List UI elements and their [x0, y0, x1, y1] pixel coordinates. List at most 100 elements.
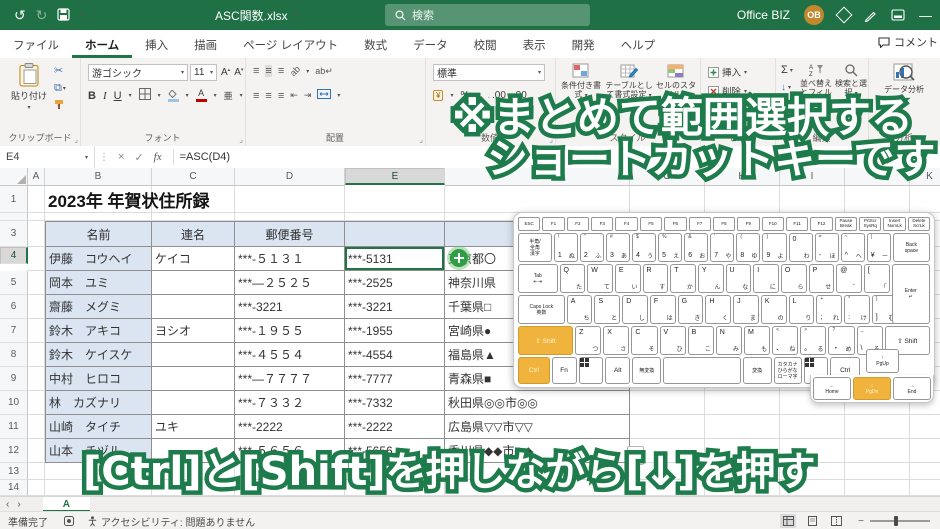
tab-校閲[interactable]: 校閲 — [461, 30, 510, 58]
cancel-button[interactable]: × — [118, 151, 124, 163]
cell-J12[interactable] — [845, 439, 910, 463]
borders-button[interactable] — [138, 88, 151, 103]
redo-button[interactable]: ↻ — [36, 8, 48, 22]
tab-挿入[interactable]: 挿入 — [132, 30, 181, 58]
cell-A1[interactable] — [28, 186, 45, 213]
row-header-5[interactable]: 5 — [0, 271, 28, 295]
ribbon-display-options-icon[interactable] — [891, 9, 905, 21]
cell-D3[interactable]: 郵便番号 — [235, 221, 345, 247]
avatar[interactable]: OB — [804, 5, 824, 25]
cell-A11[interactable] — [28, 415, 45, 439]
cell-E8[interactable]: ***-4554 — [345, 343, 445, 367]
sheet-nav-right-icon[interactable]: › — [17, 499, 20, 510]
search-box[interactable]: 検索 — [385, 4, 590, 26]
cell-D5[interactable]: ***―２５２５ — [235, 271, 345, 295]
cell-B4[interactable]: 伊藤 コウヘイ — [45, 247, 152, 271]
formula-bar-handle[interactable]: ⋮ — [99, 152, 109, 163]
clipboard-dialog-launcher[interactable]: ⌟ — [74, 136, 78, 144]
save-button[interactable] — [57, 7, 71, 23]
cell-C5[interactable] — [152, 271, 235, 295]
cell-E4[interactable]: ***-5131 — [345, 247, 445, 271]
cell-A7[interactable] — [28, 319, 45, 343]
cell-G11[interactable] — [630, 415, 705, 439]
cell-B10[interactable]: 林 カズナリ — [45, 391, 152, 415]
insert-cells-button[interactable]: 挿入 ▾ — [708, 65, 747, 79]
cell-E3[interactable] — [345, 221, 445, 247]
align-middle-icon[interactable]: ≡ — [265, 65, 272, 77]
align-bottom-icon[interactable]: ≡ — [278, 65, 284, 77]
select-all-corner[interactable] — [0, 168, 28, 186]
currency-format-button[interactable]: ¥ — [433, 90, 444, 101]
cell-D4[interactable]: ***-５１３１ — [235, 247, 345, 271]
tab-開発[interactable]: 開発 — [559, 30, 608, 58]
row-header-6[interactable]: 6 — [0, 295, 28, 319]
cell-H1[interactable] — [705, 186, 780, 213]
tab-データ[interactable]: データ — [400, 30, 461, 58]
number-format-select[interactable]: 標準 ▾ — [433, 64, 545, 81]
cell-G10[interactable] — [630, 391, 705, 415]
cell-K1[interactable] — [910, 186, 940, 213]
cell-J1[interactable] — [845, 186, 910, 213]
normal-view-button[interactable] — [780, 514, 797, 528]
data-analysis-button[interactable]: データ分析 — [882, 63, 926, 94]
cell-B5[interactable]: 岡本 ユミ — [45, 271, 152, 295]
cell-D9[interactable]: ***―７７７７ — [235, 367, 345, 391]
row-header-3[interactable]: 3 — [0, 221, 28, 247]
sheet-tab[interactable]: A — [42, 497, 90, 512]
qat-customize-button[interactable]: ▾ — [80, 11, 84, 19]
copy-button[interactable]: ⧉ ▾ — [54, 83, 66, 94]
row-header-2[interactable] — [0, 213, 28, 221]
tab-ホーム[interactable]: ホーム — [72, 30, 132, 58]
minimize-button[interactable]: — — [919, 8, 932, 23]
cell-F10[interactable]: 秋田県◎◎市◎◎ — [445, 391, 630, 415]
cell-A5[interactable] — [28, 271, 45, 295]
cell-I11[interactable] — [780, 415, 845, 439]
page-break-view-button[interactable] — [828, 514, 844, 528]
cell-A13[interactable] — [28, 463, 45, 480]
zoom-slider-handle[interactable] — [894, 516, 898, 526]
align-left-icon[interactable]: ≡ — [253, 90, 259, 102]
cell-D10[interactable]: ***-７３３２ — [235, 391, 345, 415]
cell-C10[interactable] — [152, 391, 235, 415]
cell-C9[interactable] — [152, 367, 235, 391]
enter-button[interactable]: ✓ — [134, 151, 143, 164]
cell-J11[interactable] — [845, 415, 910, 439]
cell-E6[interactable]: ***-3221 — [345, 295, 445, 319]
cell-I1[interactable] — [780, 186, 845, 213]
undo-button[interactable]: ↺ — [14, 8, 26, 22]
tab-数式[interactable]: 数式 — [351, 30, 400, 58]
font-size-select[interactable]: 11 ▾ — [190, 64, 217, 81]
row-header-8[interactable]: 8 — [0, 343, 28, 367]
zoom-out-button[interactable]: − — [858, 516, 864, 527]
decrease-font-button[interactable]: A▾ — [234, 67, 243, 78]
cell-H10[interactable] — [705, 391, 780, 415]
cell-D2[interactable] — [235, 213, 345, 221]
autosum-button[interactable]: Σ ▾ — [781, 64, 793, 76]
align-center-icon[interactable]: ≡ — [265, 90, 271, 102]
cell-E10[interactable]: ***-7332 — [345, 391, 445, 415]
cell-A2[interactable] — [28, 213, 45, 221]
cut-button[interactable]: ✂ — [54, 66, 66, 77]
align-top-icon[interactable]: ≡ — [253, 65, 259, 77]
cell-C7[interactable]: ヨシオ — [152, 319, 235, 343]
accessibility-button[interactable] — [88, 515, 97, 527]
cell-K14[interactable] — [910, 480, 940, 496]
fill-color-button[interactable] — [167, 89, 179, 102]
row-header-9[interactable]: 9 — [0, 367, 28, 391]
name-box[interactable]: E4 ▾ — [0, 146, 95, 168]
cell-A12[interactable] — [28, 439, 45, 463]
page-layout-view-button[interactable] — [804, 514, 820, 528]
cell-E2[interactable] — [345, 213, 445, 221]
cell-C6[interactable] — [152, 295, 235, 319]
row-header-12[interactable]: 12 — [0, 439, 28, 463]
cell-E1[interactable] — [345, 186, 445, 213]
row-header-4[interactable]: 4 — [0, 247, 28, 264]
cell-D11[interactable]: ***-2222 — [235, 415, 345, 439]
insert-function-button[interactable]: fx — [154, 151, 162, 163]
row-header-14[interactable]: 14 — [0, 480, 28, 496]
row-header-7[interactable]: 7 — [0, 319, 28, 343]
cell-C8[interactable] — [152, 343, 235, 367]
cell-B11[interactable]: 山崎 タイチ — [45, 415, 152, 439]
cell-B6[interactable]: 齋藤 メグミ — [45, 295, 152, 319]
cell-K12[interactable] — [910, 439, 940, 463]
